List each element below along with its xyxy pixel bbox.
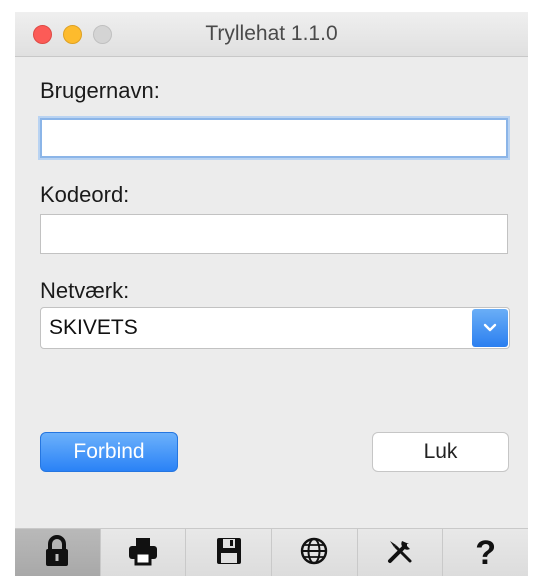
close-button[interactable]: Luk bbox=[372, 432, 509, 472]
connect-button[interactable]: Forbind bbox=[40, 432, 178, 472]
toolbar-save-button[interactable] bbox=[186, 529, 273, 576]
toolbar-help-button[interactable]: ? bbox=[443, 529, 528, 576]
username-input[interactable] bbox=[40, 118, 508, 158]
network-select[interactable]: SKIVETS bbox=[40, 307, 510, 349]
bottom-toolbar: ? bbox=[15, 528, 528, 576]
window-title: Tryllehat 1.1.0 bbox=[205, 22, 338, 45]
tools-icon bbox=[385, 536, 415, 571]
toolbar-print-button[interactable] bbox=[101, 529, 187, 576]
lock-icon bbox=[43, 534, 71, 572]
toolbar-lock-button[interactable] bbox=[15, 529, 101, 576]
toolbar-settings-button[interactable] bbox=[358, 529, 444, 576]
network-label: Netværk: bbox=[40, 278, 130, 303]
title-bar[interactable]: Tryllehat 1.1.0 bbox=[15, 12, 528, 57]
network-select-value: SKIVETS bbox=[49, 316, 138, 339]
password-input[interactable] bbox=[40, 214, 508, 254]
password-label: Kodeord: bbox=[40, 182, 130, 207]
save-icon bbox=[215, 536, 243, 571]
toolbar-network-button[interactable] bbox=[272, 529, 358, 576]
printer-icon bbox=[127, 536, 159, 571]
app-window: Tryllehat 1.1.0 Brugernavn: Kodeord: Net… bbox=[15, 12, 528, 576]
help-icon: ? bbox=[475, 534, 497, 572]
globe-icon bbox=[299, 536, 329, 571]
username-label: Brugernavn: bbox=[40, 78, 160, 103]
chevron-down-icon[interactable] bbox=[472, 309, 508, 347]
